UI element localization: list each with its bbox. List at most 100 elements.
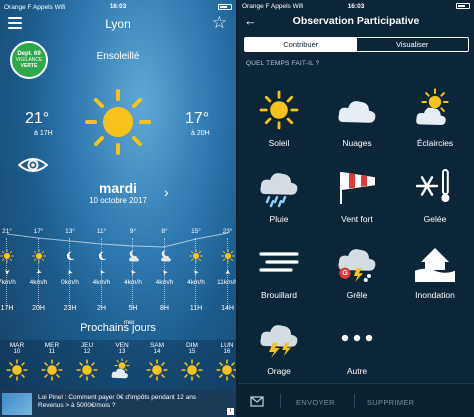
status-bar: Orange F Appels Wifi 16:03 (238, 0, 474, 12)
ad-banner[interactable]: Loi Pinel : Comment payer 0€ d'impôts pe… (0, 390, 236, 417)
eye-icon[interactable] (18, 156, 48, 174)
daily-item[interactable]: DIM 15 (175, 340, 209, 383)
mail-icon[interactable] (250, 396, 264, 407)
daily-date: 13 (118, 349, 126, 355)
hail-icon: G (337, 242, 377, 282)
option-windsock[interactable]: Vent fort (318, 158, 396, 236)
daily-item[interactable]: LUN 16 (210, 340, 236, 383)
daily-item[interactable]: MAR 10 (0, 340, 34, 383)
hourly-temp: 9° (129, 228, 137, 235)
option-snowflake-thermometer[interactable]: Gelée (396, 158, 474, 236)
observation-screen: Orange F Appels Wifi 16:03 ← Observation… (238, 0, 474, 417)
option-label: Nuages (342, 138, 372, 148)
page-title: Observation Participative (292, 15, 420, 27)
hourly-temp: 13° (65, 228, 75, 235)
hourly-hour: 17H (0, 305, 14, 312)
sun-icon (70, 359, 104, 383)
hourly-temp: 21° (2, 228, 12, 235)
daily-date: 11 (48, 349, 56, 355)
more-icon (337, 318, 377, 358)
hourly-item[interactable]: 9° ➤ 4km/h 5H (119, 228, 147, 320)
hourly-wind: 11km/h (217, 279, 236, 286)
option-sun-cloud[interactable]: Éclaircies (396, 82, 474, 160)
hourly-wind: 4km/h (155, 279, 174, 286)
ad-image (2, 393, 32, 415)
hourly-item[interactable]: 8° ➤ 4km/h 8H (151, 228, 179, 320)
ad-line2: Revenus > à 5000€/mois ? (38, 402, 116, 409)
vigilance-color: VERTE (20, 63, 38, 69)
tab-contribuer[interactable]: Contribuer (245, 38, 357, 51)
rain-icon (259, 166, 299, 208)
hourly-temp: 15° (191, 228, 201, 235)
daily-forecast[interactable]: MAR 10 MER 11 JEU 12 VEN 13 SAM 14 DIM 15 LUN 16 (0, 340, 236, 390)
observation-options: Soleil Nuages Éclaircies Pluie Vent fort Gelé… (238, 82, 474, 382)
option-rain[interactable]: Pluie (240, 158, 318, 236)
favorite-star-icon[interactable]: ☆ (212, 14, 227, 31)
hourly-wind: 4km/h (124, 279, 142, 286)
option-label: Pluie (269, 214, 289, 224)
temp-min-time: à 17H (34, 130, 53, 137)
hourly-forecast[interactable]: 21°➤7km/h17H17° ➤ 4km/h 20H 13° ➤ 0km/h 23H 11°➤… (0, 228, 236, 320)
daily-item[interactable]: MER 11 (35, 340, 69, 383)
option-label: Éclaircies (416, 138, 454, 148)
hourly-temp: 8° (161, 228, 168, 235)
hourly-hour: 20H (32, 305, 45, 312)
option-flood[interactable]: Inondation (396, 234, 474, 312)
option-label: Vent fort (341, 214, 373, 224)
daily-day: MAR (9, 342, 25, 349)
daily-date: 12 (83, 349, 91, 355)
daily-item[interactable]: VEN 13 (105, 340, 139, 383)
chevron-right-icon[interactable]: › (164, 184, 169, 200)
hourly-hour: 5H (128, 305, 138, 312)
hourly-wind: 0km/h (61, 279, 79, 286)
daily-date: 16 (223, 349, 231, 355)
option-fog[interactable]: Brouillard (240, 234, 318, 312)
hourly-hour: 23H (63, 305, 77, 312)
delete-button[interactable]: SUPPRIMER (367, 398, 414, 407)
daily-item[interactable]: JEU 12 (70, 340, 104, 383)
option-sun[interactable]: Soleil (240, 82, 318, 160)
temp-max: 17° (185, 110, 210, 127)
hourly-item[interactable]: 11° ➤ 4km/h 2H (88, 228, 116, 320)
snowflake-thermometer-icon (415, 166, 455, 206)
ad-line1: Loi Pinel : Comment payer 0€ d'impôts pe… (38, 394, 197, 401)
status-bar: Orange F Appels Wifi 16:03 (0, 0, 236, 14)
hourly-item[interactable]: 23° ➤ 11km/h 14H (214, 228, 236, 320)
daily-day: VEN (115, 342, 129, 349)
sun-icon (175, 359, 209, 383)
daily-item[interactable]: SAM 14 (140, 340, 174, 383)
day-name: mardi (98, 180, 138, 196)
temp-min: 21° (25, 110, 50, 127)
option-storm[interactable]: Orage (240, 310, 318, 388)
hourly-item[interactable]: 15° ➤ 4km/h 11H (182, 228, 210, 320)
next-days-title: Prochains jours (80, 322, 156, 334)
hourly-hour: 2H (97, 305, 106, 312)
weather-screen: Orange F Appels Wifi 16:03 Lyon ☆ Dept. … (0, 0, 236, 417)
option-hail[interactable]: G Grêle (318, 234, 396, 312)
sun-icon (210, 359, 236, 383)
city-title[interactable]: Lyon (0, 17, 236, 31)
hourly-item[interactable]: 13° ➤ 0km/h 23H (56, 228, 84, 320)
segmented-control[interactable]: Contribuer Visualiser (244, 37, 469, 52)
daily-day: MER (44, 342, 60, 349)
cloud-icon (337, 90, 377, 130)
daily-date: 15 (188, 349, 196, 355)
hourly-temp: 17° (33, 228, 44, 235)
svg-text:G: G (342, 268, 348, 277)
status-time: 16:03 (347, 3, 365, 10)
tab-visualiser[interactable]: Visualiser (357, 38, 469, 51)
daily-date: 10 (13, 349, 21, 355)
option-label: Brouillard (261, 290, 297, 300)
option-label: Gelée (423, 214, 447, 224)
sun-icon (85, 89, 151, 155)
option-more[interactable]: Autre (318, 310, 396, 388)
send-button[interactable]: ENVOYER (296, 398, 335, 407)
hourly-hour: 14H (221, 305, 234, 312)
option-cloud[interactable]: Nuages (318, 82, 396, 160)
hourly-item[interactable]: 17° ➤ 4km/h 20H (25, 228, 53, 320)
ad-info-icon[interactable]: i (227, 408, 234, 415)
hourly-wind: 4km/h (29, 279, 48, 286)
wind-arrow-icon: ➤ (34, 268, 43, 277)
hourly-item[interactable]: 21°➤7km/h17H (0, 228, 21, 320)
sun-icon (35, 359, 69, 383)
